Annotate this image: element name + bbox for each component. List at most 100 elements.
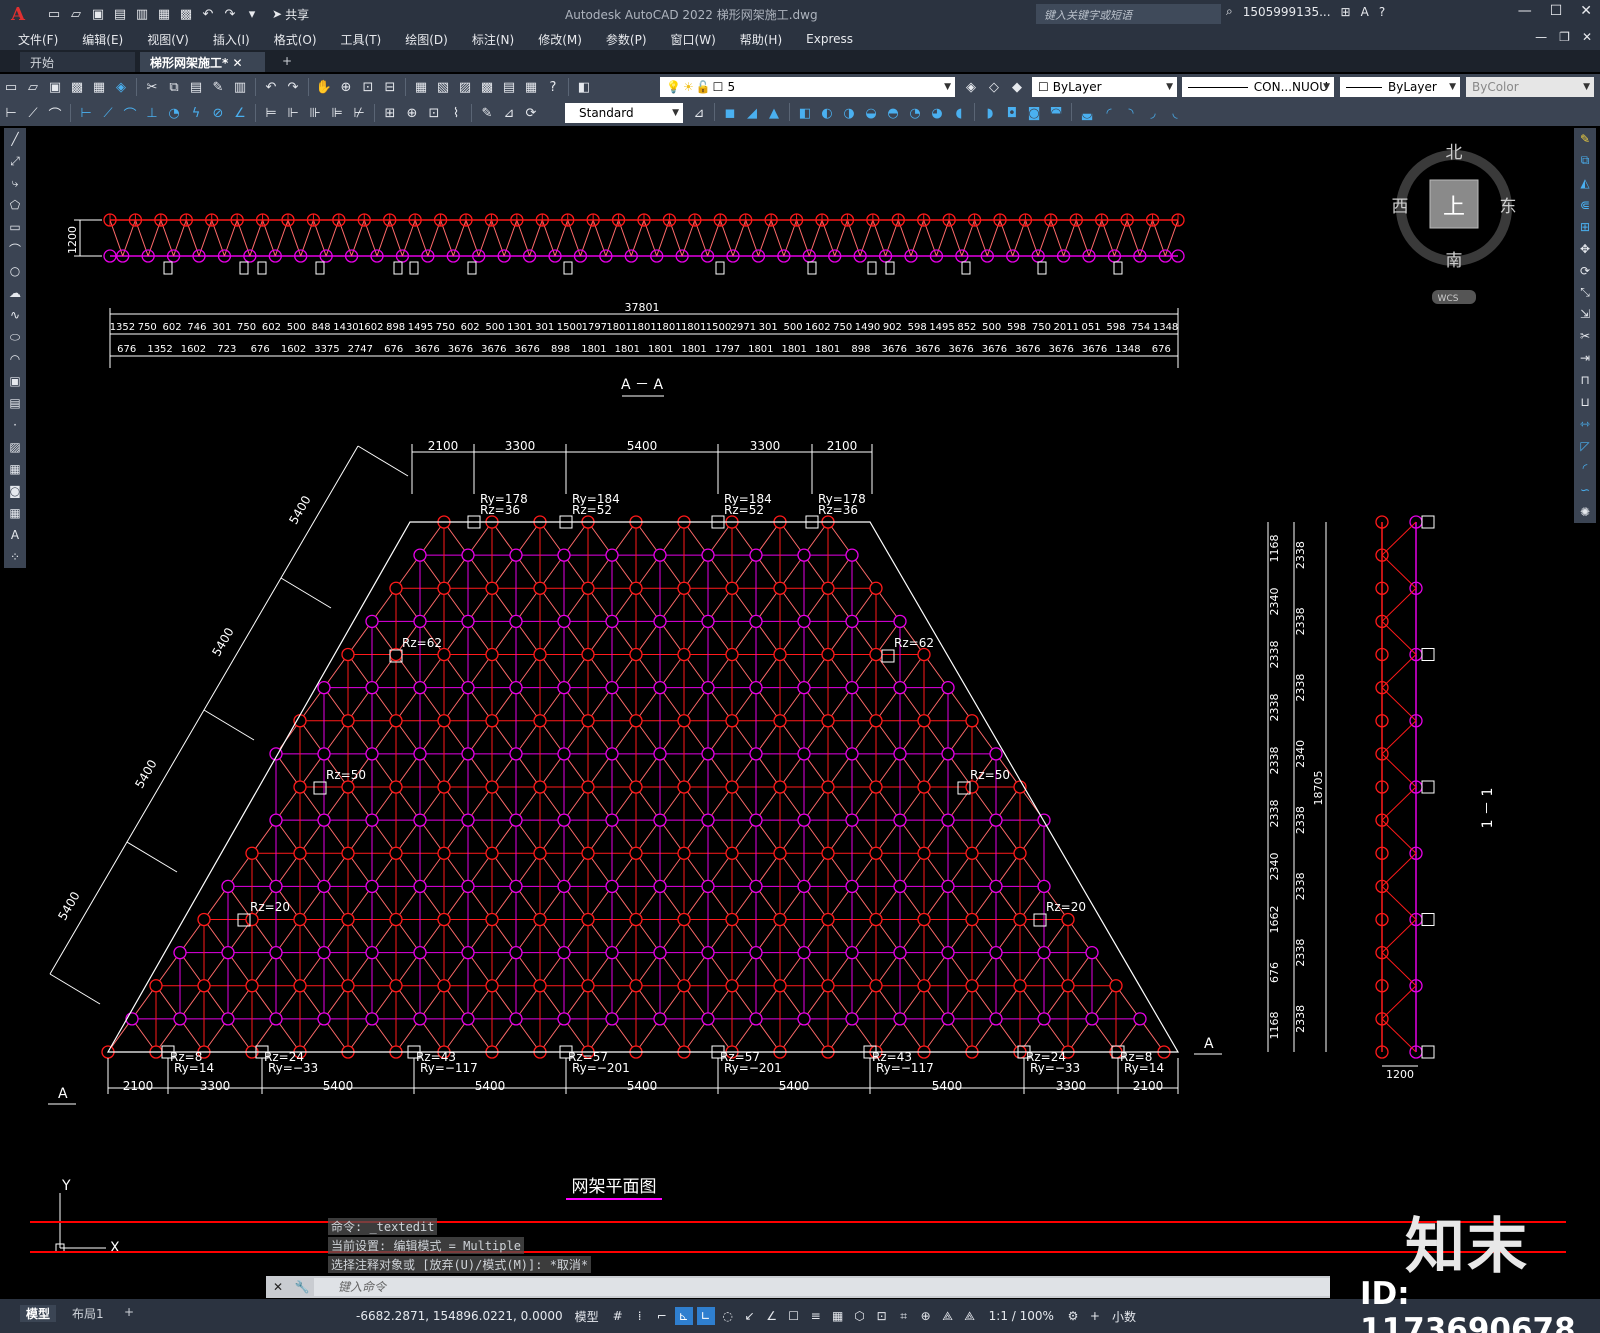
render-icon[interactable]: ◘	[1002, 103, 1022, 123]
quick-dim-icon[interactable]: ⊨	[261, 103, 281, 123]
plot-icon[interactable]: ▩	[176, 4, 196, 24]
minimize-icon[interactable]: —	[1518, 3, 1532, 19]
menu-format[interactable]: 格式(O)	[274, 31, 317, 48]
new-file-icon[interactable]: ▭	[44, 4, 64, 24]
dim-ordinate-icon[interactable]: ⊥	[142, 103, 162, 123]
fillet-icon[interactable]: ◜	[1575, 458, 1595, 478]
redo-icon[interactable]: ↷	[283, 77, 303, 97]
ucs-face-icon[interactable]: ◟	[1165, 103, 1185, 123]
dim-break-icon[interactable]: ⊬	[349, 103, 369, 123]
autodesk-app-icon[interactable]: A	[1361, 5, 1369, 19]
ellipse-icon[interactable]: ⬭	[5, 327, 25, 347]
spline-icon[interactable]: ∿	[5, 305, 25, 325]
ortho-icon[interactable]: ⊾	[674, 1307, 693, 1325]
dim-arclen-icon[interactable]: ⌒	[120, 103, 140, 123]
gradient-icon[interactable]: ▦	[5, 459, 25, 479]
viewcube-west[interactable]: 西	[1392, 197, 1409, 217]
customize-qa-icon[interactable]: ▾	[242, 4, 262, 24]
rotate-icon[interactable]: ⟳	[1575, 261, 1595, 281]
doc-close-icon[interactable]: ✕	[1582, 30, 1592, 44]
undo-icon[interactable]: ↶	[261, 77, 281, 97]
share-button[interactable]: ➤ 共享	[272, 6, 309, 23]
search-input[interactable]: 键入关键字或短语	[1036, 4, 1221, 24]
3d-osnap-icon[interactable]: ⬡	[851, 1307, 869, 1325]
inspect-icon[interactable]: ⊡	[424, 103, 444, 123]
selection-filter-icon[interactable]: ⌗	[895, 1307, 913, 1325]
union-icon[interactable]: ◓	[883, 103, 903, 123]
lineweight-icon[interactable]: ☐	[785, 1307, 803, 1325]
layer-dropdown[interactable]: 💡 ☀ 🔓 ☐ 5 ▼	[660, 77, 955, 97]
extrude-icon[interactable]: ◧	[795, 103, 815, 123]
osnap-icon[interactable]: ∠	[763, 1307, 781, 1325]
menu-express[interactable]: Express	[806, 32, 853, 46]
chamfer-icon[interactable]: ◸	[1575, 436, 1595, 456]
linetype-dropdown[interactable]: CON...NUOU ▼	[1182, 77, 1334, 97]
layer-previous-icon[interactable]: ◇	[984, 77, 1004, 97]
intersect-icon[interactable]: ◕	[927, 103, 947, 123]
coordinate-readout[interactable]: -6682.2871, 154896.0221, 0.0000	[356, 1309, 563, 1323]
break-point-icon[interactable]: ⊓	[1575, 370, 1595, 390]
transparency-icon[interactable]: ≡	[807, 1307, 825, 1325]
arc-icon[interactable]: ⌒	[5, 239, 25, 259]
dim-diameter-icon[interactable]: ⊘	[208, 103, 228, 123]
model-space-button[interactable]: 模型	[575, 1308, 599, 1325]
dim-arc-icon[interactable]: ⌒	[45, 103, 65, 123]
trim-icon[interactable]: ✂	[1575, 326, 1595, 346]
blend-icon[interactable]: ∽	[1575, 480, 1595, 500]
menu-dimension[interactable]: 标注(N)	[472, 31, 514, 48]
sweep-icon[interactable]: ◑	[839, 103, 859, 123]
viewcube-south[interactable]: 南	[1446, 251, 1463, 271]
break-icon[interactable]: ⊔	[1575, 392, 1595, 412]
plot-icon[interactable]: ▩	[67, 77, 87, 97]
layer-properties-icon[interactable]: ◧	[574, 77, 594, 97]
dim-update-icon[interactable]: ⟳	[521, 103, 541, 123]
tab-start[interactable]: 开始	[20, 52, 135, 72]
layer-state-icon[interactable]: ◆	[1007, 77, 1027, 97]
dim-jogged-icon[interactable]: ϟ	[186, 103, 206, 123]
settings-gear-icon[interactable]: ⚙	[1064, 1307, 1082, 1325]
maximize-icon[interactable]: ☐	[1550, 3, 1563, 19]
hatch-icon[interactable]: ▨	[5, 437, 25, 457]
material-icon[interactable]: ◙	[1024, 103, 1044, 123]
doc-restore-icon[interactable]: ❐	[1559, 30, 1570, 44]
gizmo-icon[interactable]: ⊕	[917, 1307, 935, 1325]
region-icon[interactable]: ◙	[5, 481, 25, 501]
ucs-object-icon[interactable]: ◞	[1143, 103, 1163, 123]
dim-continue-icon[interactable]: ⊪	[305, 103, 325, 123]
plus-icon[interactable]: +	[1086, 1307, 1104, 1325]
dimstyle-icon[interactable]: ⊿	[689, 103, 709, 123]
web-open-icon[interactable]: ▥	[132, 4, 152, 24]
stretch-icon[interactable]: ⇲	[1575, 305, 1595, 325]
dim-text-edit-icon[interactable]: ⊿	[499, 103, 519, 123]
command-input[interactable]: 键入命令	[314, 1278, 1330, 1296]
qnew-icon[interactable]: ▭	[1, 77, 21, 97]
menu-view[interactable]: 视图(V)	[147, 31, 189, 48]
dim-aligned-icon[interactable]: ⟋	[23, 103, 43, 123]
snap-icon[interactable]: ⁞	[631, 1307, 649, 1325]
3d-box-icon[interactable]: ◼	[720, 103, 740, 123]
units-label[interactable]: 小数	[1112, 1308, 1136, 1325]
erase-icon[interactable]: ✎	[1575, 129, 1595, 149]
drawing-canvas[interactable]: 1200 37801 1352 750 602 746 301 750 602 500 848 1…	[30, 128, 1566, 1268]
block-editor-icon[interactable]: ▥	[230, 77, 250, 97]
isodraft-icon[interactable]: ◌	[719, 1307, 737, 1325]
annotation-scale[interactable]: 1:1 / 100%	[989, 1309, 1054, 1323]
make-current-icon[interactable]: ◈	[961, 77, 981, 97]
close-command-icon[interactable]: ✕	[266, 1280, 290, 1294]
preview-icon[interactable]: ▦	[89, 77, 109, 97]
menu-tools[interactable]: 工具(T)	[341, 31, 382, 48]
polyline-icon[interactable]: ⤷	[5, 173, 25, 193]
loft-icon[interactable]: ◒	[861, 103, 881, 123]
viewcube-east[interactable]: 东	[1500, 197, 1517, 217]
menu-file[interactable]: 文件(F)	[18, 31, 58, 48]
viewcube-north[interactable]: 北	[1446, 143, 1463, 163]
cart-icon[interactable]: ⊞	[1341, 5, 1351, 19]
shade-icon[interactable]: ◗	[980, 103, 1000, 123]
help-icon[interactable]: ?	[1379, 5, 1385, 19]
polar-icon[interactable]: ∟	[696, 1307, 715, 1325]
ellipse-arc-icon[interactable]: ◠	[5, 349, 25, 369]
doc-minimize-icon[interactable]: —	[1535, 30, 1547, 44]
dim-space-icon[interactable]: ⊫	[327, 103, 347, 123]
dim-aligned2-icon[interactable]: ⟋	[98, 103, 118, 123]
rectangle-icon[interactable]: ▭	[5, 217, 25, 237]
